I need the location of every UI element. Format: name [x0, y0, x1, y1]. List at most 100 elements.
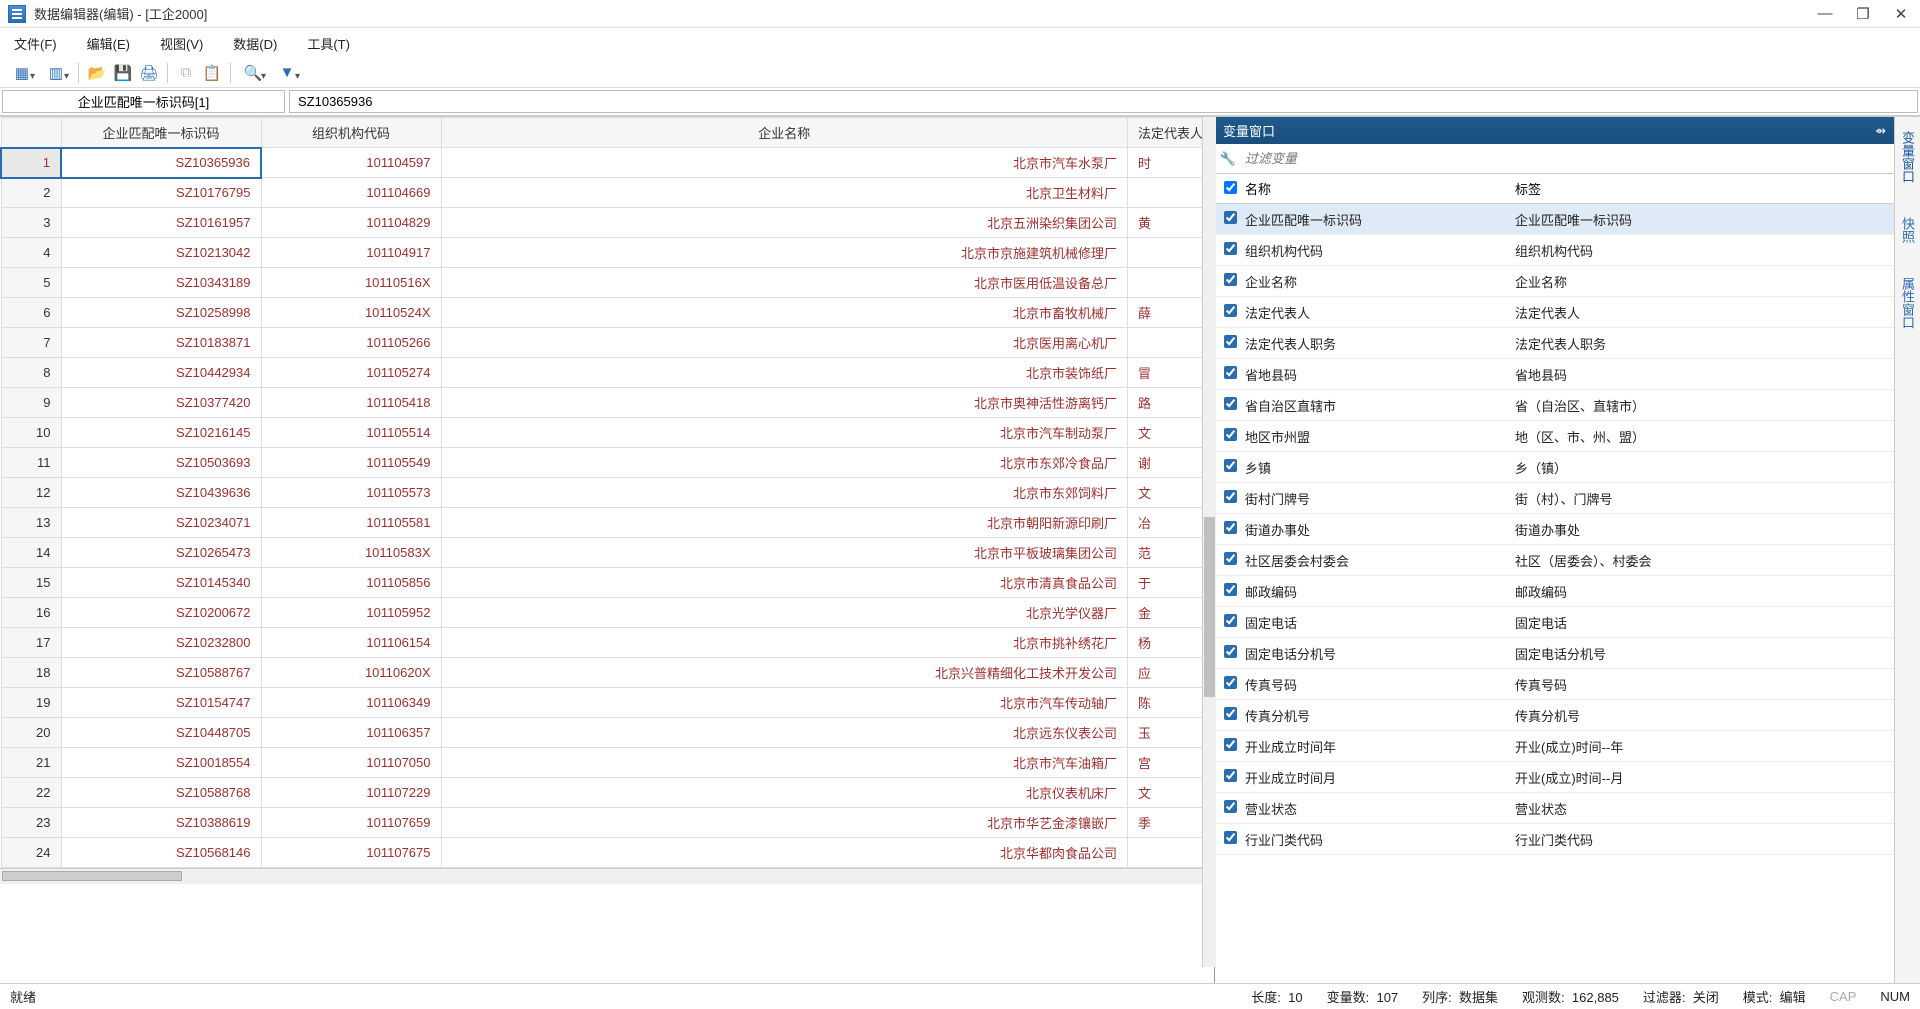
variable-checkbox[interactable]	[1215, 397, 1245, 413]
cell-orgcode[interactable]: 101105856	[261, 568, 441, 598]
variable-row[interactable]: 社区居委会村委会社区（居委会）、村委会	[1215, 545, 1894, 576]
variable-checkbox[interactable]	[1215, 490, 1245, 506]
cell-company[interactable]: 北京市挑补绣花厂	[441, 628, 1127, 658]
row-number[interactable]: 16	[1, 598, 61, 628]
rownum-header[interactable]	[1, 118, 61, 148]
cell-company[interactable]: 北京市京施建筑机械修理厂	[441, 238, 1127, 268]
cell-company[interactable]: 北京市东郊饲料厂	[441, 478, 1127, 508]
variable-checkbox[interactable]	[1215, 459, 1245, 475]
cell-id[interactable]: SZ10365936	[61, 148, 261, 178]
cell-orgcode[interactable]: 10110583X	[261, 538, 441, 568]
variable-row[interactable]: 传真分机号传真分机号	[1215, 700, 1894, 731]
cell-id[interactable]: SZ10388619	[61, 808, 261, 838]
cell-company[interactable]: 北京市东郊冷食品厂	[441, 448, 1127, 478]
variable-row[interactable]: 企业匹配唯一标识码企业匹配唯一标识码	[1215, 204, 1894, 235]
table-row[interactable]: 18SZ1058876710110620X北京兴普精细化工技术开发公司应	[1, 658, 1214, 688]
row-number[interactable]: 24	[1, 838, 61, 868]
save-icon[interactable]: 💾	[111, 61, 135, 85]
cell-company[interactable]: 北京光学仪器厂	[441, 598, 1127, 628]
row-number[interactable]: 21	[1, 748, 61, 778]
variable-row[interactable]: 营业状态营业状态	[1215, 793, 1894, 824]
table-row[interactable]: 15SZ10145340101105856北京市清真食品公司于	[1, 568, 1214, 598]
variable-row[interactable]: 地区市州盟地（区、市、州、盟）	[1215, 421, 1894, 452]
table-row[interactable]: 5SZ1034318910110516X北京市医用低温设备总厂	[1, 268, 1214, 298]
table-row[interactable]: 16SZ10200672101105952北京光学仪器厂金	[1, 598, 1214, 628]
cell-legal[interactable]: 宫	[1127, 748, 1213, 778]
table-row[interactable]: 9SZ10377420101105418北京市奥神活性游离钙厂路	[1, 388, 1214, 418]
variable-checkbox[interactable]	[1215, 800, 1245, 816]
variable-row[interactable]: 固定电话分机号固定电话分机号	[1215, 638, 1894, 669]
table-row[interactable]: 3SZ10161957101104829北京五洲染织集团公司黄	[1, 208, 1214, 238]
variable-checkbox[interactable]	[1215, 552, 1245, 568]
print-icon[interactable]: 🖨	[137, 61, 161, 85]
cell-company[interactable]: 北京卫生材料厂	[441, 178, 1127, 208]
horizontal-scrollbar[interactable]	[0, 868, 1214, 884]
cell-legal[interactable]: 谢	[1127, 448, 1213, 478]
variable-row[interactable]: 固定电话固定电话	[1215, 607, 1894, 638]
cell-company[interactable]: 北京市华艺金漆镶嵌厂	[441, 808, 1127, 838]
cell-orgcode[interactable]: 101105573	[261, 478, 441, 508]
cell-orgcode[interactable]: 101107050	[261, 748, 441, 778]
filter-icon[interactable]: ▼	[271, 61, 303, 85]
cell-value-field[interactable]: SZ10365936	[289, 90, 1918, 113]
menu-file[interactable]: 文件(F)	[8, 31, 63, 56]
row-number[interactable]: 14	[1, 538, 61, 568]
cell-orgcode[interactable]: 101106154	[261, 628, 441, 658]
table-row[interactable]: 10SZ10216145101105514北京市汽车制动泵厂文	[1, 418, 1214, 448]
cell-company[interactable]: 北京医用离心机厂	[441, 328, 1127, 358]
cell-id[interactable]: SZ10503693	[61, 448, 261, 478]
row-number[interactable]: 22	[1, 778, 61, 808]
cell-company[interactable]: 北京市汽车水泵厂	[441, 148, 1127, 178]
cell-legal[interactable]	[1127, 328, 1213, 358]
cell-id[interactable]: SZ10265473	[61, 538, 261, 568]
cell-id[interactable]: SZ10588768	[61, 778, 261, 808]
cell-orgcode[interactable]: 101105514	[261, 418, 441, 448]
cell-id[interactable]: SZ10568146	[61, 838, 261, 868]
variable-checkbox[interactable]	[1215, 738, 1245, 754]
var-header-label[interactable]: 标签	[1515, 179, 1894, 198]
row-number[interactable]: 20	[1, 718, 61, 748]
col-header-legal[interactable]: 法定代表人	[1127, 118, 1213, 148]
variable-checkbox[interactable]	[1215, 645, 1245, 661]
row-number[interactable]: 12	[1, 478, 61, 508]
cell-legal[interactable]: 文	[1127, 418, 1213, 448]
cell-orgcode[interactable]: 101104669	[261, 178, 441, 208]
variable-checkbox[interactable]	[1215, 583, 1245, 599]
cell-column-indicator[interactable]: 企业匹配唯一标识码[1]	[2, 90, 285, 113]
table-row[interactable]: 21SZ10018554101107050北京市汽车油箱厂宫	[1, 748, 1214, 778]
cell-orgcode[interactable]: 101107659	[261, 808, 441, 838]
cell-legal[interactable]	[1127, 178, 1213, 208]
row-number[interactable]: 1	[1, 148, 61, 178]
cell-orgcode[interactable]: 101105418	[261, 388, 441, 418]
side-tab-snapshot[interactable]: 快照	[1896, 209, 1919, 251]
row-number[interactable]: 5	[1, 268, 61, 298]
cell-company[interactable]: 北京市装饰纸厂	[441, 358, 1127, 388]
variable-checkbox[interactable]	[1215, 831, 1245, 847]
variable-row[interactable]: 行业门类代码行业门类代码	[1215, 824, 1894, 855]
cell-company[interactable]: 北京华都肉食品公司	[441, 838, 1127, 868]
variable-row[interactable]: 企业名称企业名称	[1215, 266, 1894, 297]
menu-view[interactable]: 视图(V)	[154, 31, 209, 56]
wrench-icon[interactable]: 🔧	[1215, 151, 1241, 167]
cell-company[interactable]: 北京市平板玻璃集团公司	[441, 538, 1127, 568]
cell-legal[interactable]	[1127, 238, 1213, 268]
cell-company[interactable]: 北京市汽车油箱厂	[441, 748, 1127, 778]
variable-checkbox[interactable]	[1215, 707, 1245, 723]
table-row[interactable]: 24SZ10568146101107675北京华都肉食品公司	[1, 838, 1214, 868]
cell-orgcode[interactable]: 101105581	[261, 508, 441, 538]
cell-legal[interactable]: 路	[1127, 388, 1213, 418]
cell-orgcode[interactable]: 101104829	[261, 208, 441, 238]
cell-orgcode[interactable]: 101105274	[261, 358, 441, 388]
cell-legal[interactable]: 范	[1127, 538, 1213, 568]
table-row[interactable]: 14SZ1026547310110583X北京市平板玻璃集团公司范	[1, 538, 1214, 568]
table-row[interactable]: 1SZ10365936101104597北京市汽车水泵厂时	[1, 148, 1214, 178]
cell-id[interactable]: SZ10216145	[61, 418, 261, 448]
variable-row[interactable]: 开业成立时间月开业(成立)时间--月	[1215, 762, 1894, 793]
cell-orgcode[interactable]: 10110524X	[261, 298, 441, 328]
cell-legal[interactable]: 季	[1127, 808, 1213, 838]
table-row[interactable]: 2SZ10176795101104669北京卫生材料厂	[1, 178, 1214, 208]
cell-id[interactable]: SZ10377420	[61, 388, 261, 418]
variable-row[interactable]: 街道办事处街道办事处	[1215, 514, 1894, 545]
cell-orgcode[interactable]: 10110620X	[261, 658, 441, 688]
variable-checkbox[interactable]	[1215, 676, 1245, 692]
